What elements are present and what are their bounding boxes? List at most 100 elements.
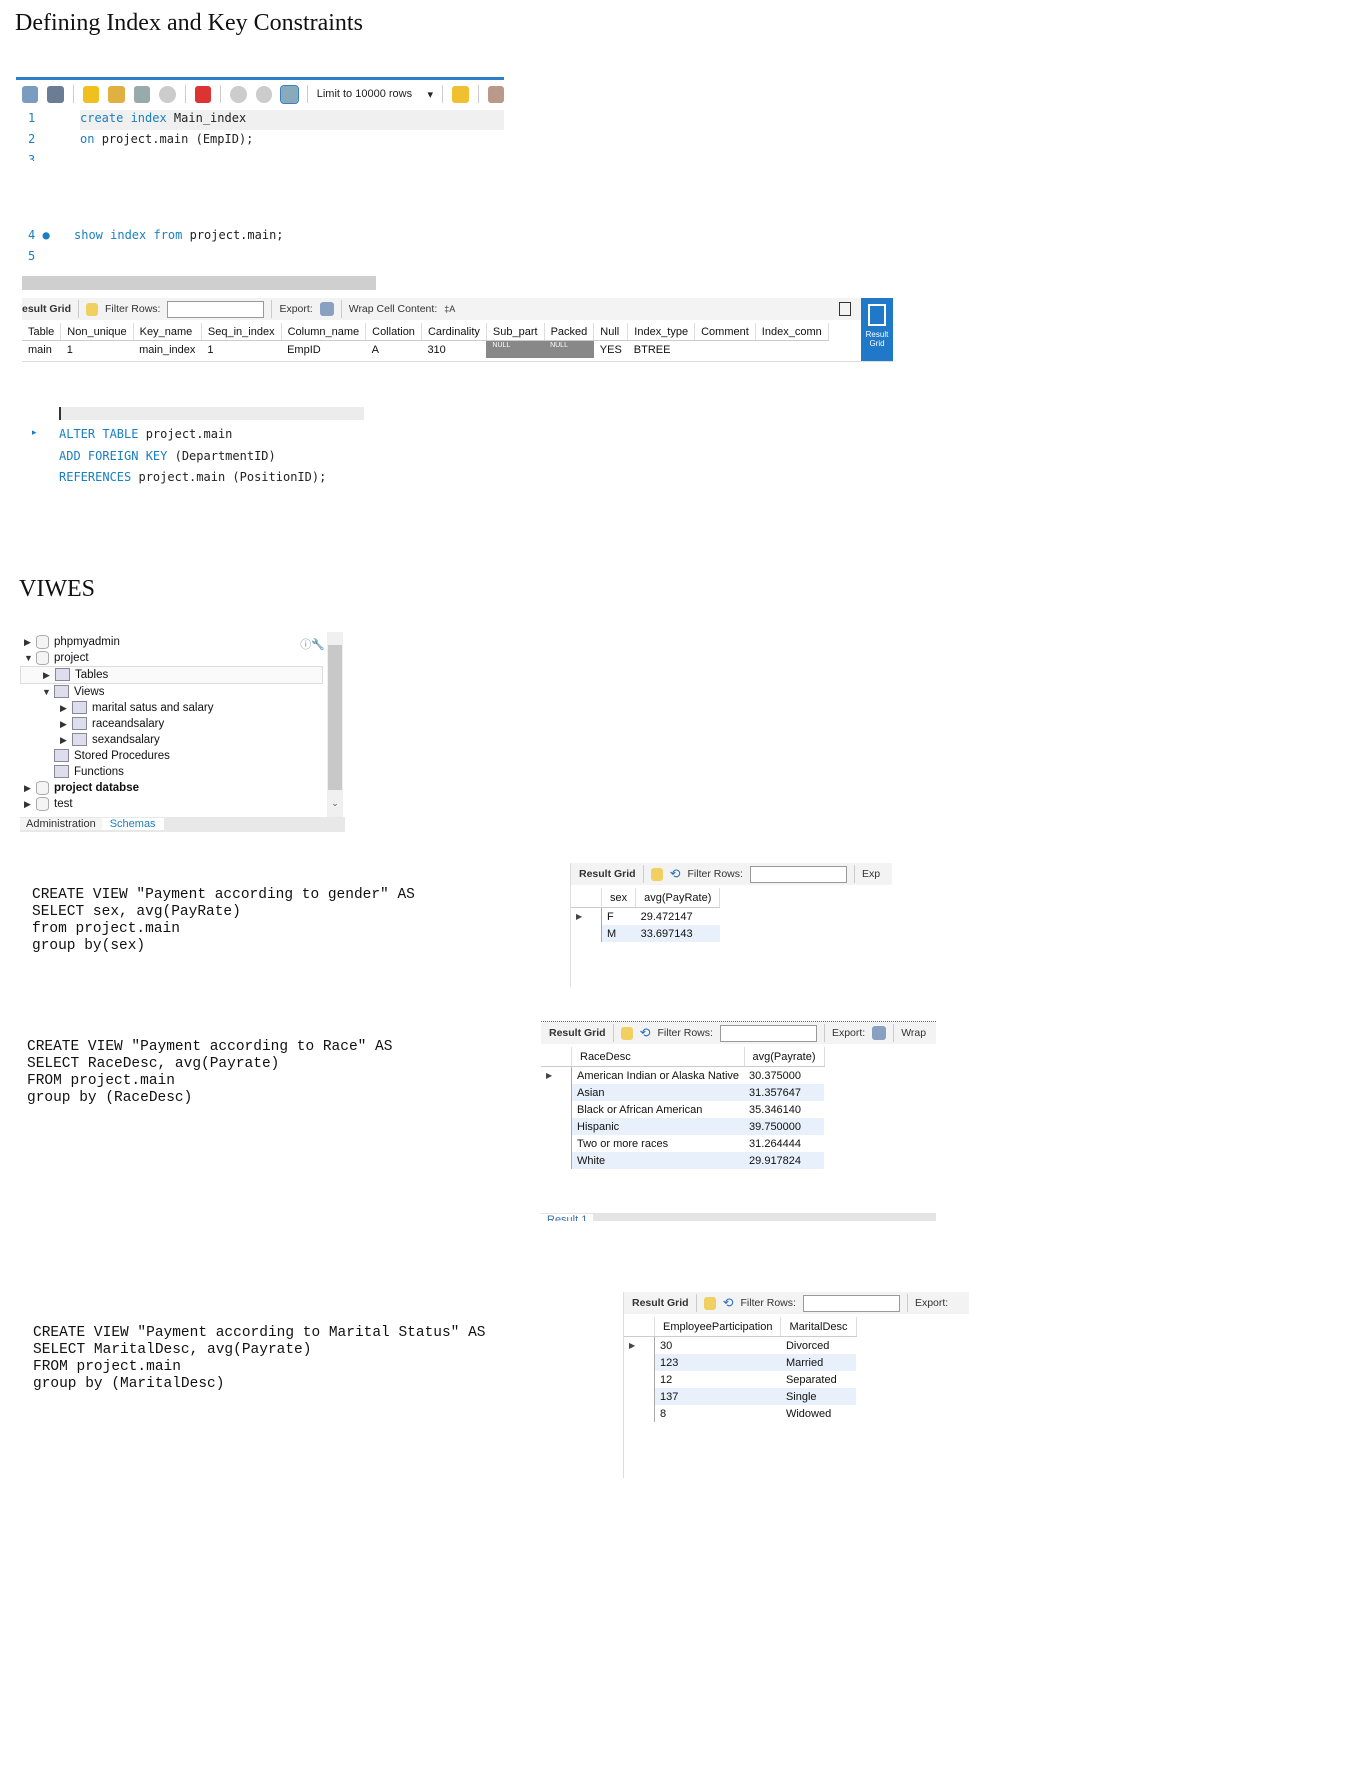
filter-rows-input[interactable]	[167, 300, 265, 318]
alter-editor[interactable]: ALTER TABLE project.main ADD FOREIGN KEY …	[59, 424, 326, 489]
result-tab[interactable]: Result 1	[541, 1214, 594, 1221]
table-cell[interactable]: 8	[655, 1405, 781, 1422]
navigator-item-project[interactable]: ▼ project	[20, 650, 323, 666]
table-cell[interactable]: Separated	[781, 1371, 856, 1388]
result-grid-label[interactable]: esult Grid	[22, 303, 71, 315]
result-grid-label[interactable]: Result Grid	[579, 868, 636, 880]
result-grid-label[interactable]: Result Grid	[632, 1297, 689, 1309]
column-header[interactable]: MaritalDesc	[780, 1317, 857, 1337]
expand-arrow-icon[interactable]: ▶	[43, 667, 55, 683]
table-cell[interactable]: Divorced	[781, 1337, 856, 1355]
table-row[interactable]: main 1 main_index 1 EmpID A 310 NULL NULL YES BTRE…	[22, 340, 828, 359]
grid-icon[interactable]	[620, 1026, 633, 1040]
table-cell[interactable]: Single	[780, 1388, 857, 1405]
table-cell[interactable]: 1	[61, 341, 133, 359]
table-cell[interactable]: F	[602, 908, 636, 926]
expand-arrow-icon[interactable]: ▶	[60, 700, 72, 716]
column-header[interactable]: Non_unique	[60, 323, 134, 341]
column-header[interactable]: sex	[601, 888, 637, 908]
row-marker[interactable]	[541, 1101, 572, 1118]
table-cell[interactable]: 123	[654, 1354, 781, 1371]
row-marker[interactable]	[541, 1135, 572, 1152]
table-cell[interactable]: A	[366, 341, 422, 359]
explain-icon[interactable]	[133, 85, 151, 103]
table-row[interactable]: ▶ American Indian or Alaska Native 30.3750…	[541, 1066, 824, 1085]
tab-schemas[interactable]: Schemas	[101, 818, 164, 830]
table-row[interactable]: 137 Single	[624, 1388, 857, 1405]
table-cell[interactable]: BTREE	[628, 341, 695, 359]
table-cell[interactable]: main	[22, 341, 61, 359]
collapse-arrow-icon[interactable]: ▼	[42, 684, 54, 700]
table-cell[interactable]: 137	[654, 1388, 781, 1405]
table-row[interactable]: White 29.917824	[541, 1152, 825, 1169]
navigator-item-Stored-Procedures[interactable]: Stored Procedures	[20, 748, 323, 764]
table-cell[interactable]: Black or African American	[572, 1101, 745, 1118]
table-row[interactable]: Asian 31.357647	[541, 1084, 825, 1101]
table-cell[interactable]	[695, 341, 756, 359]
current-row-arrow-icon[interactable]: ▶	[624, 1336, 655, 1354]
marital-view-code[interactable]: CREATE VIEW "Payment according to Marita…	[33, 1325, 485, 1393]
vertical-scrollbar[interactable]: ⌄	[327, 632, 343, 817]
column-header[interactable]: Null	[593, 323, 629, 341]
navigator-item-test[interactable]: ▶ test	[20, 796, 323, 812]
open-folder-icon[interactable]	[22, 85, 39, 103]
navigator-item-phpmyadmin[interactable]: ▶ phpmyadmin	[20, 634, 323, 650]
expand-arrow-icon[interactable]: ▶	[24, 634, 36, 650]
horizontal-scrollbar[interactable]	[22, 276, 376, 290]
table-row[interactable]: ▶ 30 Divorced	[624, 1336, 856, 1355]
table-cell[interactable]: 39.750000	[744, 1118, 825, 1135]
table-cell[interactable]: Two or more races	[572, 1135, 745, 1152]
table-cell[interactable]: 31.264444	[744, 1135, 824, 1152]
beautify-icon[interactable]	[487, 85, 504, 103]
table-row[interactable]: ▶ F 29.472147	[571, 907, 720, 926]
table-cell[interactable]: 30	[655, 1337, 781, 1355]
refresh-icon[interactable]: ⟲	[723, 1295, 734, 1311]
column-header[interactable]: Comment	[694, 323, 756, 341]
grid-icon[interactable]	[650, 867, 663, 881]
table-cell[interactable]: American Indian or Alaska Native	[572, 1067, 745, 1085]
row-marker[interactable]	[624, 1354, 655, 1371]
tab-administration[interactable]: Administration	[20, 818, 102, 830]
column-header[interactable]: Key_name	[133, 323, 202, 341]
table-row[interactable]: 123 Married	[624, 1354, 857, 1371]
race-view-code[interactable]: CREATE VIEW "Payment according to Race" …	[27, 1039, 392, 1107]
column-header[interactable]: Packed	[544, 323, 595, 341]
navigator-item-Tables[interactable]: ▶ Tables	[20, 666, 323, 684]
filter-rows-input[interactable]	[749, 865, 847, 883]
row-marker[interactable]	[624, 1371, 655, 1388]
info-icon[interactable]: ⓘ🔧	[300, 636, 325, 652]
grid-icon[interactable]	[703, 1296, 716, 1310]
export-icon[interactable]	[872, 1026, 887, 1040]
filter-rows-input[interactable]	[719, 1024, 817, 1042]
execute-current-icon[interactable]	[108, 85, 125, 103]
autocommit-icon[interactable]	[280, 84, 299, 104]
column-header[interactable]: avg(Payrate)	[744, 1047, 825, 1067]
row-marker[interactable]	[541, 1118, 572, 1135]
result-grid-label[interactable]: Result Grid	[549, 1027, 606, 1039]
refresh-icon[interactable]: ⟲	[640, 1025, 651, 1041]
filter-rows-input[interactable]	[802, 1294, 900, 1312]
table-cell[interactable]: White	[571, 1152, 745, 1169]
table-cell[interactable]	[755, 341, 828, 359]
navigator-item-sexandsalary[interactable]: ▶ sexandsalary	[20, 732, 323, 748]
table-cell[interactable]: YES	[594, 341, 628, 359]
table-cell[interactable]: EmpID	[281, 341, 366, 359]
table-cell[interactable]: 31.357647	[744, 1084, 825, 1101]
table-cell[interactable]: NULL	[486, 340, 545, 358]
navigator-item-Views[interactable]: ▼ Views	[20, 684, 323, 700]
expand-arrow-icon[interactable]: ▶	[24, 780, 36, 796]
table-cell[interactable]: M	[601, 925, 636, 942]
table-row[interactable]: 12 Separated	[624, 1371, 856, 1388]
toggle-error-icon[interactable]	[194, 85, 212, 103]
column-header[interactable]: Column_name	[281, 323, 367, 341]
table-row[interactable]: Hispanic 39.750000	[541, 1118, 825, 1135]
gender-view-code[interactable]: CREATE VIEW "Payment according to gender…	[32, 887, 415, 955]
column-header[interactable]: Table	[22, 323, 62, 341]
navigator-item-Functions[interactable]: Functions	[20, 764, 323, 780]
table-cell[interactable]: 29.472147	[636, 908, 720, 926]
table-cell[interactable]: Hispanic	[571, 1118, 745, 1135]
row-marker[interactable]	[541, 1152, 572, 1169]
column-header[interactable]: Index_type	[627, 323, 696, 341]
table-cell[interactable]: 310	[421, 341, 486, 359]
table-cell[interactable]: Asian	[571, 1084, 745, 1101]
